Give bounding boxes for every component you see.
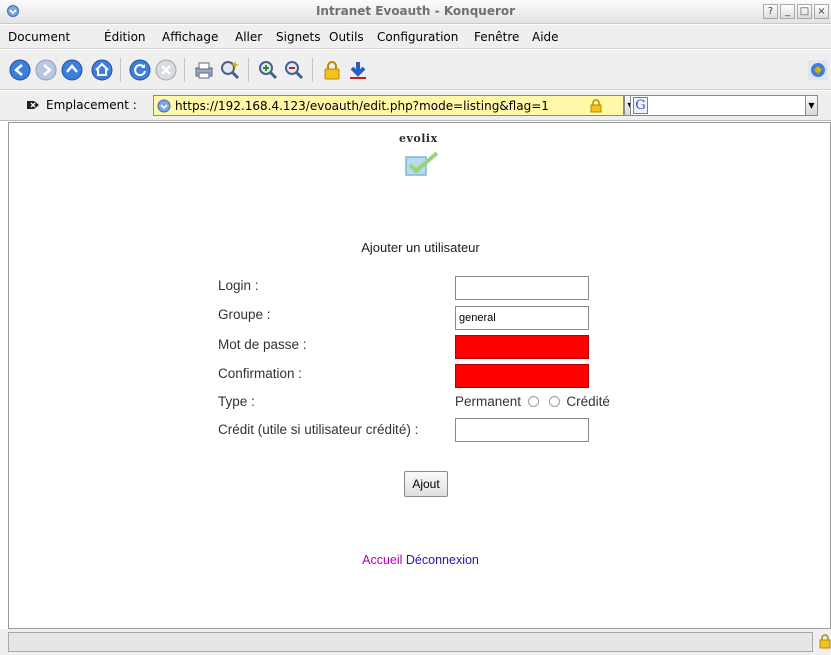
menu-signets[interactable]: Signets: [276, 30, 321, 44]
home-link[interactable]: Accueil: [362, 553, 402, 567]
menu-bar: Document Édition Affichage Aller Signets…: [0, 25, 831, 49]
status-field: [8, 632, 813, 652]
menu-outils[interactable]: Outils: [329, 30, 364, 44]
back-icon[interactable]: [8, 58, 32, 82]
print-icon[interactable]: [192, 58, 216, 82]
type-label: Type :: [218, 394, 255, 409]
status-lock-icon[interactable]: [818, 633, 831, 649]
main-toolbar: [0, 50, 831, 90]
search-input[interactable]: G: [630, 95, 813, 116]
menu-affichage[interactable]: Affichage: [162, 30, 218, 44]
search-dropdown[interactable]: ▼: [805, 95, 818, 116]
group-label: Groupe :: [218, 307, 271, 322]
location-label: Emplacement :: [46, 98, 137, 112]
maximize-button[interactable]: □: [797, 4, 812, 19]
login-label: Login :: [218, 278, 259, 293]
type-options: Permanent Crédité: [455, 394, 610, 409]
help-button[interactable]: ?: [763, 4, 778, 19]
menu-aller[interactable]: Aller: [235, 30, 262, 44]
menu-fenetre[interactable]: Fenêtre: [474, 30, 519, 44]
type-credited-label: Crédité: [566, 394, 610, 409]
forward-icon[interactable]: [34, 58, 58, 82]
close-button[interactable]: ×: [814, 4, 829, 19]
group-input[interactable]: [455, 306, 589, 330]
evolix-logo-icon: [405, 151, 439, 176]
menu-configuration[interactable]: Configuration: [377, 30, 458, 44]
minimize-button[interactable]: _: [780, 4, 795, 19]
home-icon[interactable]: [90, 58, 114, 82]
password-label: Mot de passe :: [218, 337, 307, 352]
window-titlebar: Intranet Evoauth - Konqueror ? _ □ ×: [0, 0, 831, 24]
find-icon[interactable]: [218, 58, 242, 82]
credit-label: Crédit (utile si utilisateur crédité) :: [218, 422, 419, 437]
logout-link[interactable]: Déconnexion: [406, 553, 479, 567]
up-icon[interactable]: [60, 58, 84, 82]
throbber-icon: [808, 60, 828, 80]
zoom-out-icon[interactable]: [282, 58, 306, 82]
type-credited-radio[interactable]: [548, 396, 560, 407]
download-icon[interactable]: [346, 58, 370, 82]
zoom-in-icon[interactable]: [256, 58, 280, 82]
location-bar: Emplacement : https://192.168.4.123/evoa…: [0, 91, 831, 121]
search-engine-icon[interactable]: G: [633, 97, 648, 114]
window-title: Intranet Evoauth - Konqueror: [315, 4, 516, 18]
url-input[interactable]: https://192.168.4.123/evoauth/edit.php?m…: [153, 95, 624, 116]
menu-document[interactable]: Document: [8, 30, 70, 44]
clear-location-icon[interactable]: [26, 99, 40, 111]
status-bar: [0, 629, 831, 655]
type-permanent-label: Permanent: [455, 394, 522, 409]
type-permanent-radio[interactable]: [527, 396, 539, 407]
security-icon[interactable]: [320, 58, 344, 82]
password-input[interactable]: [455, 335, 589, 359]
ssl-lock-icon[interactable]: [588, 98, 604, 114]
page-favicon-icon: [157, 99, 171, 113]
stop-icon[interactable]: [154, 58, 178, 82]
url-text: https://192.168.4.123/evoauth/edit.php?m…: [175, 99, 549, 113]
reload-icon[interactable]: [128, 58, 152, 82]
footer-links: Accueil Déconnexion: [9, 553, 831, 567]
add-user-button[interactable]: Ajout: [404, 471, 448, 497]
credit-input[interactable]: [455, 418, 589, 442]
menu-aide[interactable]: Aide: [532, 30, 559, 44]
confirm-password-input[interactable]: [455, 364, 589, 388]
logo-text: evolix: [399, 132, 438, 145]
login-input[interactable]: [455, 276, 589, 300]
form-title: Ajouter un utilisateur: [361, 240, 480, 255]
menu-edition[interactable]: Édition: [104, 30, 146, 44]
confirm-password-label: Confirmation :: [218, 366, 303, 381]
page-content: evolix Ajouter un utilisateur Login : Gr…: [8, 122, 831, 629]
